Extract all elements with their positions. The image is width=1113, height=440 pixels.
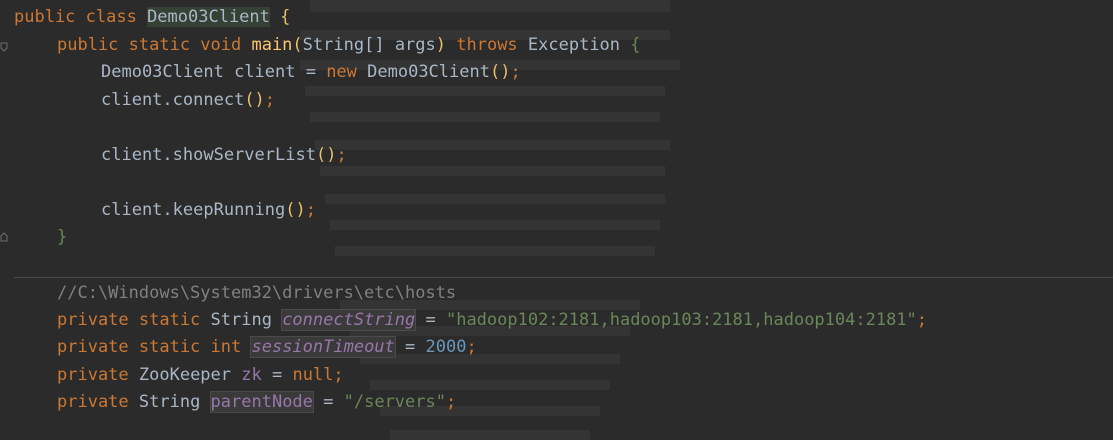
code-line-show-server-list[interactable]: client.showServerList(); bbox=[101, 142, 347, 169]
field-connect-string: connectString bbox=[281, 309, 417, 331]
field-parent-node: parentNode bbox=[209, 391, 314, 413]
method-separator bbox=[14, 277, 1113, 278]
code-line-connect[interactable]: client.connect(); bbox=[101, 87, 275, 114]
code-line-connect-string[interactable]: private static String connectString = "h… bbox=[57, 307, 927, 334]
method-name: main bbox=[251, 35, 293, 55]
code-editor[interactable]: public class Demo03Client { public stati… bbox=[0, 0, 1113, 440]
code-line-client-init[interactable]: Demo03Client client = new Demo03Client()… bbox=[101, 59, 521, 86]
field-zk: zk bbox=[241, 365, 262, 385]
field-session-timeout: sessionTimeout bbox=[250, 336, 396, 358]
code-line-zookeeper[interactable]: private ZooKeeper zk = null; bbox=[57, 362, 344, 389]
code-line-keep-running[interactable]: client.keepRunning(); bbox=[101, 197, 316, 224]
open-brace: { bbox=[280, 7, 291, 27]
code-line-session-timeout[interactable]: private static int sessionTimeout = 2000… bbox=[57, 334, 477, 361]
code-line-class-declaration[interactable]: public class Demo03Client { bbox=[14, 4, 290, 31]
class-name: Demo03Client bbox=[147, 7, 270, 27]
code-line-parent-node[interactable]: private String parentNode = "/servers"; bbox=[57, 389, 456, 416]
code-line-main-method[interactable]: public static void main(String[] args) t… bbox=[57, 32, 641, 59]
comment: //C:\Windows\System32\drivers\etc\hosts bbox=[57, 283, 457, 303]
fold-end-marker-icon[interactable] bbox=[0, 232, 8, 242]
keyword: public class bbox=[14, 7, 148, 27]
code-line-comment[interactable]: //C:\Windows\System32\drivers\etc\hosts bbox=[57, 280, 456, 307]
code-line-close-brace[interactable]: } bbox=[57, 224, 67, 251]
fold-marker-icon[interactable] bbox=[0, 42, 8, 52]
